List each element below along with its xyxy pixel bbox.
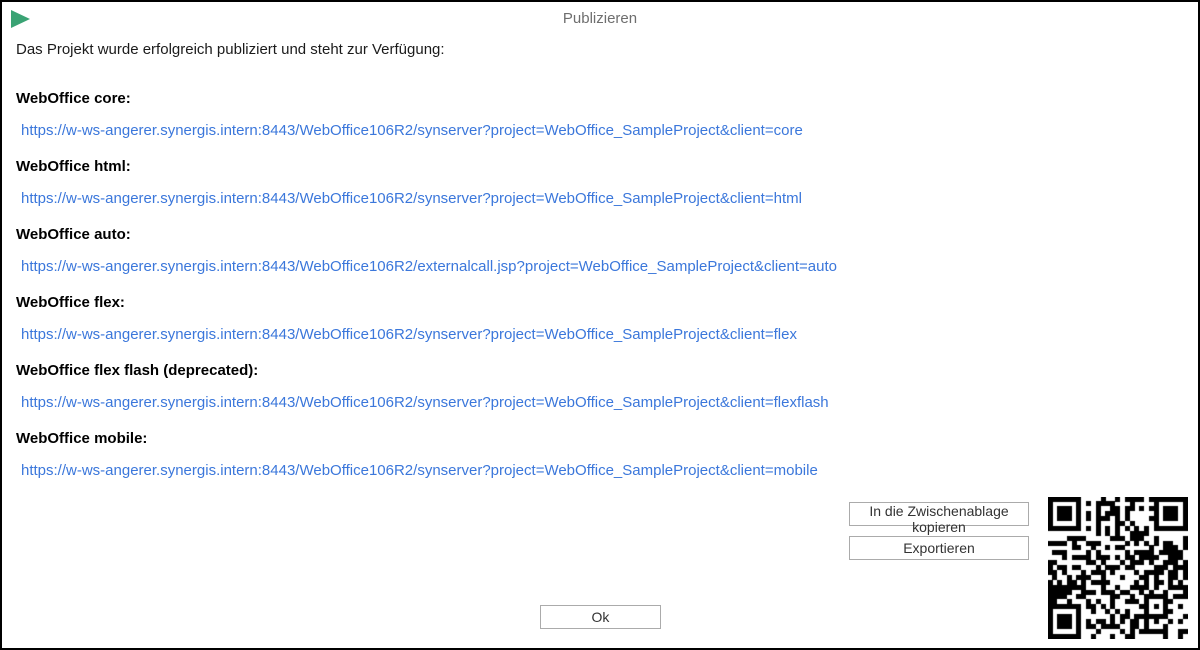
client-section-flexflash: WebOffice flex flash (deprecated): https… [2,344,1198,412]
success-message: Das Projekt wurde erfolgreich publiziert… [16,40,1198,59]
client-section-auto: WebOffice auto: https://w-ws-angerer.syn… [2,208,1198,276]
client-label: WebOffice html: [16,157,1198,176]
client-label: WebOffice flex flash (deprecated): [16,361,1198,380]
client-label: WebOffice auto: [16,225,1198,244]
copy-to-clipboard-button[interactable]: In die Zwischenablage kopieren [849,502,1029,526]
client-label: WebOffice flex: [16,293,1198,312]
client-url-link-html[interactable]: https://w-ws-angerer.synergis.intern:844… [21,189,802,208]
client-url-link-flex[interactable]: https://w-ws-angerer.synergis.intern:844… [21,325,797,344]
export-button[interactable]: Exportieren [849,536,1029,560]
client-url-link-core[interactable]: https://w-ws-angerer.synergis.intern:844… [21,121,803,140]
client-section-core: WebOffice core: https://w-ws-angerer.syn… [2,72,1198,140]
client-label: WebOffice core: [16,89,1198,108]
client-label: WebOffice mobile: [16,429,1198,448]
ok-button[interactable]: Ok [540,605,661,629]
dialog-title: Publizieren [2,10,1198,27]
qr-code-image [1048,497,1188,639]
dialog-titlebar: Publizieren [2,2,1198,32]
client-section-flex: WebOffice flex: https://w-ws-angerer.syn… [2,276,1198,344]
client-section-html: WebOffice html: https://w-ws-angerer.syn… [2,140,1198,208]
client-section-mobile: WebOffice mobile: https://w-ws-angerer.s… [2,412,1198,480]
client-url-link-auto[interactable]: https://w-ws-angerer.synergis.intern:844… [21,257,837,276]
publish-dialog: Publizieren Das Projekt wurde erfolgreic… [0,0,1200,650]
client-url-link-flexflash[interactable]: https://w-ws-angerer.synergis.intern:844… [21,393,829,412]
client-url-link-mobile[interactable]: https://w-ws-angerer.synergis.intern:844… [21,461,818,480]
